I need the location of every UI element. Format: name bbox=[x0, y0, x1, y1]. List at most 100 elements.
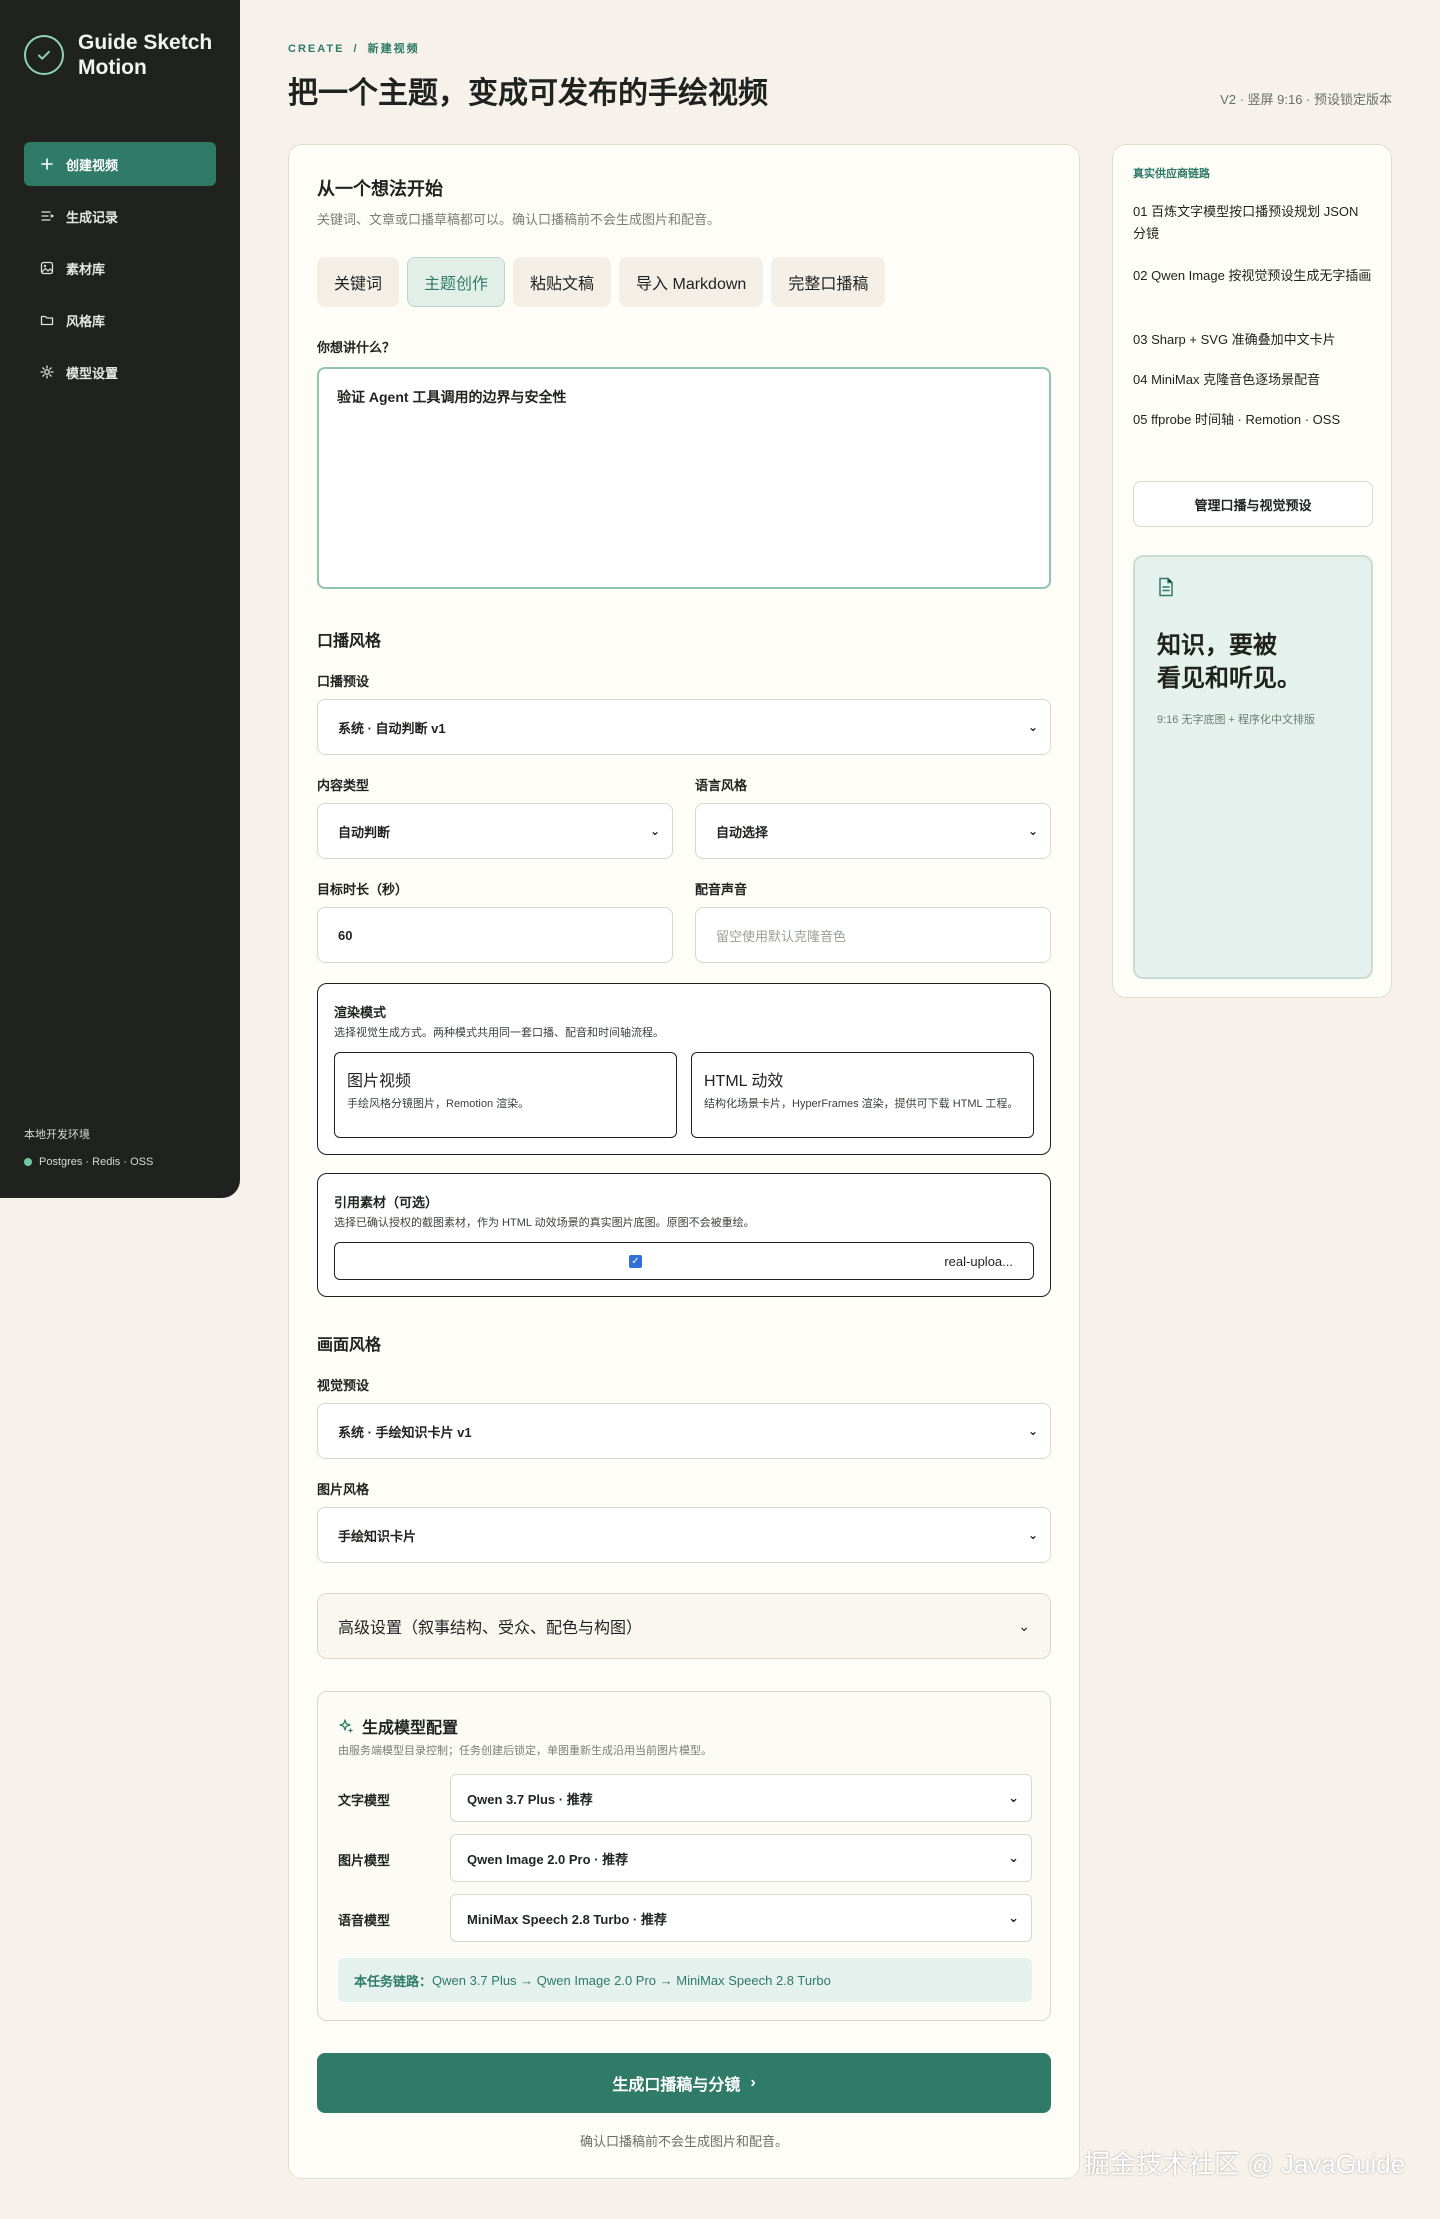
generate-script-button[interactable]: 生成口播稿与分镜 › bbox=[317, 2053, 1051, 2113]
content-type-select[interactable]: 自动判断 ⌄ bbox=[317, 803, 673, 859]
voice-preset-label: 口播预设 bbox=[317, 674, 370, 689]
manage-presets-button[interactable]: 管理口播与视觉预设 bbox=[1133, 481, 1373, 527]
chain-step: 01 百炼文字模型按口播预设规划 JSON 分镜 bbox=[1133, 201, 1373, 245]
language-value: 自动选择 bbox=[716, 824, 769, 840]
advanced-settings-toggle[interactable]: 高级设置（叙事结构、受众、配色与构图） ⌄ bbox=[317, 1593, 1051, 1659]
reference-asset-item[interactable]: ✓ real-uploa... bbox=[334, 1242, 1034, 1280]
topic-label: 你想讲什么？ bbox=[317, 340, 396, 355]
task-chain: 本任务链路： Qwen 3.7 Plus → Qwen Image 2.0 Pr… bbox=[338, 1958, 1032, 2002]
render-option-image-video[interactable]: 图片视频 手绘风格分镜图片，Remotion 渲染。 bbox=[334, 1052, 677, 1138]
reference-subtitle: 选择已确认授权的截图素材，作为 HTML 动效场景的真实图片底图。原图不会被重绘… bbox=[334, 1217, 755, 1229]
model-config-subtitle: 由服务端模型目录控制；任务创建后锁定，单图重新生成沿用当前图片模型。 bbox=[338, 1745, 712, 1757]
duration-label: 目标时长（秒） bbox=[317, 882, 409, 897]
folder-icon bbox=[40, 315, 54, 326]
render-mode-subtitle: 选择视觉生成方式。两种模式共用同一套口播、配音和时间轴流程。 bbox=[334, 1027, 664, 1039]
chevron-down-icon: ⌄ bbox=[1008, 1850, 1019, 1865]
tab-full-script[interactable]: 完整口播稿 bbox=[771, 257, 886, 307]
task-chain-value: Qwen 3.7 Plus → Qwen Image 2.0 Pro → Min… bbox=[432, 1972, 831, 1988]
preview-headline: 知识，要被 看见和听见。 bbox=[1157, 629, 1301, 695]
visual-section-title: 画面风格 bbox=[317, 1337, 382, 1354]
sidebar-item-styles[interactable]: 风格库 bbox=[24, 298, 216, 342]
tab-keywords[interactable]: 关键词 bbox=[317, 257, 400, 307]
gear-icon bbox=[40, 365, 54, 379]
provider-chain-card: 真实供应商链路 01 百炼文字模型按口播预设规划 JSON 分镜 02 Qwen… bbox=[1112, 144, 1392, 998]
step-text: Sharp + SVG 准确叠加中文卡片 bbox=[1151, 332, 1336, 347]
chain-step: 04 MiniMax 克隆音色逐场景配音 bbox=[1133, 369, 1373, 391]
tab-topic[interactable]: 主题创作 bbox=[407, 257, 506, 307]
chevron-down-icon: ⌄ bbox=[1027, 824, 1038, 838]
preview-line-2: 看见和听见。 bbox=[1157, 665, 1301, 692]
step-number: 02 bbox=[1133, 268, 1148, 283]
voice-section-title: 口播风格 bbox=[317, 633, 382, 650]
image-style-label: 图片风格 bbox=[317, 1482, 370, 1497]
input-mode-tabs: 关键词 主题创作 粘贴文稿 导入 Markdown 完整口播稿 bbox=[317, 257, 886, 307]
form-subtitle: 关键词、文章或口播草稿都可以。确认口播稿前不会生成图片和配音。 bbox=[317, 212, 721, 227]
env-label: 本地开发环境 bbox=[24, 1129, 90, 1141]
option-desc: 手绘风格分镜图片，Remotion 渲染。 bbox=[347, 1098, 530, 1110]
watermark: 掘金技术社区 @ JavaGuide bbox=[1084, 2149, 1406, 2179]
voice-preset-value: 系统 · 自动判断 v1 bbox=[338, 720, 446, 736]
list-icon bbox=[41, 211, 54, 221]
sidebar-item-history[interactable]: 生成记录 bbox=[24, 194, 216, 238]
document-icon bbox=[1159, 577, 1173, 597]
speech-model-select[interactable]: MiniMax Speech 2.8 Turbo · 推荐 ⌄ bbox=[450, 1894, 1032, 1942]
preview-caption: 9:16 无字底图 + 程序化中文排版 bbox=[1157, 714, 1316, 726]
chevron-down-icon: ⌄ bbox=[649, 824, 660, 838]
version-badge: V2 · 竖屏 9:16 · 预设锁定版本 bbox=[1220, 92, 1392, 107]
topic-textarea[interactable]: 验证 Agent 工具调用的边界与安全性 bbox=[317, 367, 1051, 589]
preview-card: 知识，要被 看见和听见。 9:16 无字底图 + 程序化中文排版 bbox=[1133, 555, 1373, 979]
check-circle-icon bbox=[24, 35, 64, 75]
create-form-card: 从一个想法开始 关键词、文章或口播草稿都可以。确认口播稿前不会生成图片和配音。 … bbox=[288, 144, 1080, 2179]
tab-paste-text[interactable]: 粘贴文稿 bbox=[513, 257, 612, 307]
step-text: MiniMax 克隆音色逐场景配音 bbox=[1151, 372, 1321, 387]
sidebar-item-label: 模型设置 bbox=[66, 365, 119, 381]
language-label: 语言风格 bbox=[695, 778, 748, 793]
sparkle-icon bbox=[339, 1719, 353, 1733]
breadcrumb-separator: / bbox=[353, 43, 359, 55]
checkbox-checked-icon[interactable]: ✓ bbox=[629, 1255, 642, 1268]
step-number: 05 bbox=[1133, 412, 1148, 427]
image-style-value: 手绘知识卡片 bbox=[338, 1528, 417, 1544]
voice-preset-select[interactable]: 系统 · 自动判断 v1 ⌄ bbox=[317, 699, 1051, 755]
render-mode-title: 渲染模式 bbox=[334, 1005, 387, 1020]
tab-import-markdown[interactable]: 导入 Markdown bbox=[619, 257, 764, 307]
image-style-select[interactable]: 手绘知识卡片 ⌄ bbox=[317, 1507, 1051, 1563]
sidebar-item-model-settings[interactable]: 模型设置 bbox=[24, 350, 216, 394]
step-number: 04 bbox=[1133, 372, 1148, 387]
chain-step: 03 Sharp + SVG 准确叠加中文卡片 bbox=[1133, 329, 1373, 351]
content-type-label: 内容类型 bbox=[317, 778, 370, 793]
option-desc: 结构化场景卡片，HyperFrames 渲染，提供可下载 HTML 工程。 bbox=[704, 1098, 1019, 1110]
text-model-select[interactable]: Qwen 3.7 Plus · 推荐 ⌄ bbox=[450, 1774, 1032, 1822]
step-number: 03 bbox=[1133, 332, 1148, 347]
sidebar: Guide Sketch Motion 创建视频 生成记录 素材库 风格库 模型… bbox=[0, 0, 240, 1198]
brand[interactable]: Guide Sketch Motion bbox=[24, 30, 218, 80]
chain-step: 05 ffprobe 时间轴 · Remotion · OSS bbox=[1133, 409, 1373, 431]
chain-step: 02 Qwen Image 按视觉预设生成无字插画 bbox=[1133, 265, 1373, 287]
render-option-html-motion[interactable]: HTML 动效 结构化场景卡片，HyperFrames 渲染，提供可下载 HTM… bbox=[691, 1052, 1034, 1138]
sidebar-item-create-video[interactable]: 创建视频 bbox=[24, 142, 216, 186]
chevron-down-icon: ⌄ bbox=[1027, 1424, 1038, 1438]
generate-script-label: 生成口播稿与分镜 bbox=[612, 2077, 741, 2094]
breadcrumb-root: CREATE bbox=[288, 43, 345, 55]
sidebar-item-assets[interactable]: 素材库 bbox=[24, 246, 216, 290]
visual-preset-select[interactable]: 系统 · 手绘知识卡片 v1 ⌄ bbox=[317, 1403, 1051, 1459]
env-status-text: Postgres · Redis · OSS bbox=[39, 1156, 154, 1168]
reference-title: 引用素材（可选） bbox=[334, 1195, 439, 1210]
voice-input[interactable]: 留空使用默认克隆音色 bbox=[695, 907, 1051, 963]
visual-preset-label: 视觉预设 bbox=[317, 1378, 370, 1393]
step-text: ffprobe 时间轴 · Remotion · OSS bbox=[1151, 412, 1341, 427]
image-model-select[interactable]: Qwen Image 2.0 Pro · 推荐 ⌄ bbox=[450, 1834, 1032, 1882]
step-text: Qwen Image 按视觉预设生成无字插画 bbox=[1151, 268, 1372, 283]
chevron-down-icon: ⌄ bbox=[1008, 1790, 1019, 1805]
provider-chain-title: 真实供应商链路 bbox=[1133, 168, 1210, 180]
chevron-down-icon: ⌄ bbox=[1018, 1617, 1030, 1634]
language-select[interactable]: 自动选择 ⌄ bbox=[695, 803, 1051, 859]
speech-model-label: 语音模型 bbox=[338, 1913, 391, 1928]
status-dot-icon bbox=[24, 1158, 32, 1166]
duration-input[interactable]: 60 bbox=[317, 907, 673, 963]
sidebar-item-label: 创建视频 bbox=[66, 157, 119, 173]
model-config-title: 生成模型配置 bbox=[362, 1720, 459, 1737]
sidebar-item-label: 素材库 bbox=[66, 261, 106, 277]
render-mode-box: 渲染模式 选择视觉生成方式。两种模式共用同一套口播、配音和时间轴流程。 图片视频… bbox=[317, 983, 1051, 1155]
reference-assets-box: 引用素材（可选） 选择已确认授权的截图素材，作为 HTML 动效场景的真实图片底… bbox=[317, 1173, 1051, 1297]
